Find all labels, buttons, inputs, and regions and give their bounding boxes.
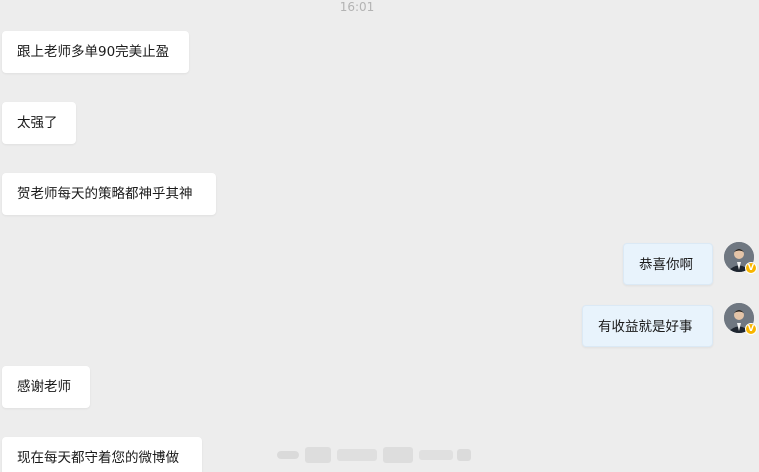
incoming-message-bubble[interactable]: 感谢老师: [2, 366, 90, 408]
watermark-graphic: [277, 447, 471, 463]
chat-window: 16:01 跟上老师多单90完美止盈 太强了 贺老师每天的策略都神乎其神 恭喜你…: [0, 0, 759, 472]
outgoing-message-bubble[interactable]: 有收益就是好事: [582, 305, 713, 347]
verified-badge-icon: V: [745, 323, 757, 335]
outgoing-message-bubble[interactable]: 恭喜你啊: [623, 243, 713, 285]
sender-avatar[interactable]: V: [724, 303, 757, 335]
incoming-message-bubble[interactable]: 现在每天都守着您的微博做: [2, 437, 202, 472]
incoming-message-bubble[interactable]: 跟上老师多单90完美止盈: [2, 31, 189, 73]
message-timestamp: 16:01: [339, 0, 375, 14]
sender-avatar[interactable]: V: [724, 242, 757, 274]
verified-badge-icon: V: [745, 262, 757, 274]
incoming-message-bubble[interactable]: 太强了: [2, 102, 76, 144]
incoming-message-bubble[interactable]: 贺老师每天的策略都神乎其神: [2, 173, 216, 215]
